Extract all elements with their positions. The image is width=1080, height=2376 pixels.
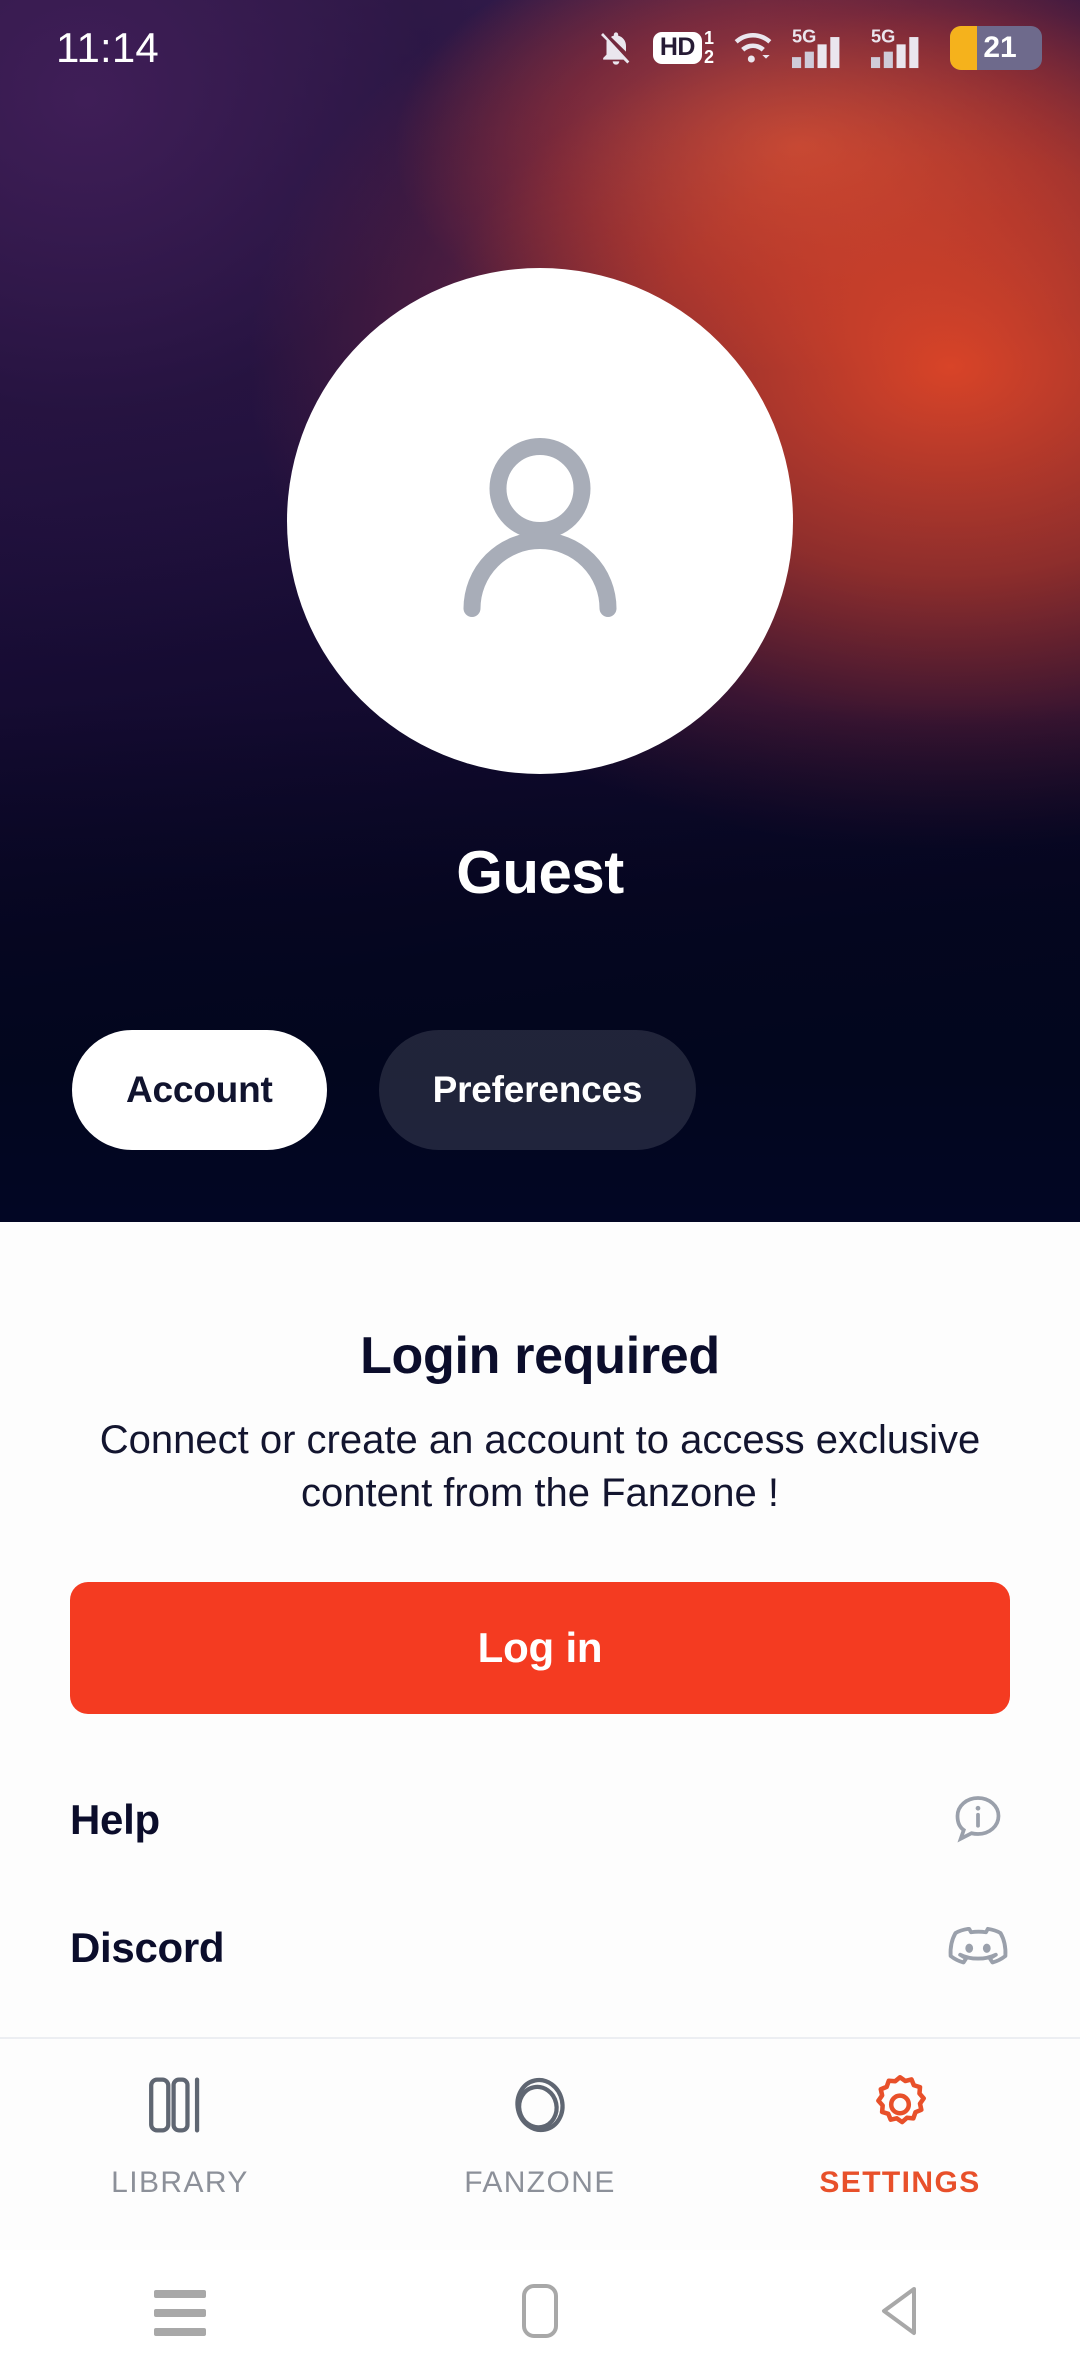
status-bar-icons: HD 1 2 5G 5G 21 <box>596 26 1042 70</box>
nav-tab-settings-label: SETTINGS <box>819 2166 981 2199</box>
sim-slot-1: 1 <box>703 27 714 48</box>
bottom-navigation: LIBRARY FANZONE SETTINGS <box>0 2037 1080 2250</box>
help-label: Help <box>70 1796 160 1844</box>
status-bar: 11:14 HD 1 2 5G 5G 21 <box>0 0 1080 96</box>
hd-label: HD <box>652 32 702 64</box>
back-triangle-icon <box>874 2283 926 2344</box>
hamburger-icon <box>154 2290 206 2336</box>
list-item-discord[interactable]: Discord <box>0 1884 1080 2012</box>
svg-text:5G: 5G <box>792 26 816 47</box>
home-button[interactable] <box>480 2268 600 2358</box>
content-sheet: Login required Connect or create an acco… <box>0 1222 1080 2037</box>
tab-preferences[interactable]: Preferences <box>378 1030 697 1150</box>
signal-5g-2-icon: 5G <box>871 26 933 70</box>
sim-slot-2: 2 <box>703 47 714 67</box>
nav-tab-library-label: LIBRARY <box>111 2166 249 2199</box>
app-screen: 11:14 HD 1 2 5G 5G 21 Guest Account Pref… <box>0 0 1080 2376</box>
tab-account[interactable]: Account <box>72 1030 327 1150</box>
log-in-button[interactable]: Log in <box>70 1582 1010 1715</box>
status-bar-clock: 11:14 <box>56 24 159 71</box>
home-square-icon <box>518 2282 562 2345</box>
avatar-circle <box>287 268 793 774</box>
page-title: Login required <box>360 1327 720 1385</box>
nav-tab-library[interactable]: LIBRARY <box>80 2065 280 2200</box>
bell-off-icon <box>596 28 636 68</box>
battery-icon: 21 <box>950 26 1042 70</box>
gear-icon <box>860 2065 940 2150</box>
info-bubble-icon <box>946 1788 1010 1852</box>
nav-tab-settings[interactable]: SETTINGS <box>800 2065 1000 2200</box>
profile-tabs: Account Preferences <box>72 1030 697 1150</box>
fanzone-ring-icon <box>500 2065 580 2150</box>
settings-list: Help Discord <box>0 1756 1080 2012</box>
wifi-icon <box>731 28 775 68</box>
discord-label: Discord <box>70 1924 225 1972</box>
hd-dual-sim-icon: HD 1 2 <box>652 27 714 68</box>
battery-percent: 21 <box>983 31 1017 64</box>
nav-tab-fanzone-label: FANZONE <box>464 2166 616 2199</box>
discord-icon <box>946 1916 1010 1980</box>
recents-button[interactable] <box>120 2268 240 2358</box>
svg-text:5G: 5G <box>871 26 895 47</box>
user-name: Guest <box>456 839 624 906</box>
signal-5g-1-icon: 5G <box>792 26 854 70</box>
library-books-icon <box>140 2065 220 2150</box>
person-avatar-icon <box>463 438 617 617</box>
android-navigation-bar <box>0 2250 1080 2376</box>
page-subtitle: Connect or create an account to access e… <box>99 1418 981 1516</box>
avatar[interactable] <box>287 268 793 774</box>
list-item-help[interactable]: Help <box>0 1756 1080 1884</box>
back-button[interactable] <box>840 2268 960 2358</box>
nav-tab-fanzone[interactable]: FANZONE <box>440 2065 640 2200</box>
